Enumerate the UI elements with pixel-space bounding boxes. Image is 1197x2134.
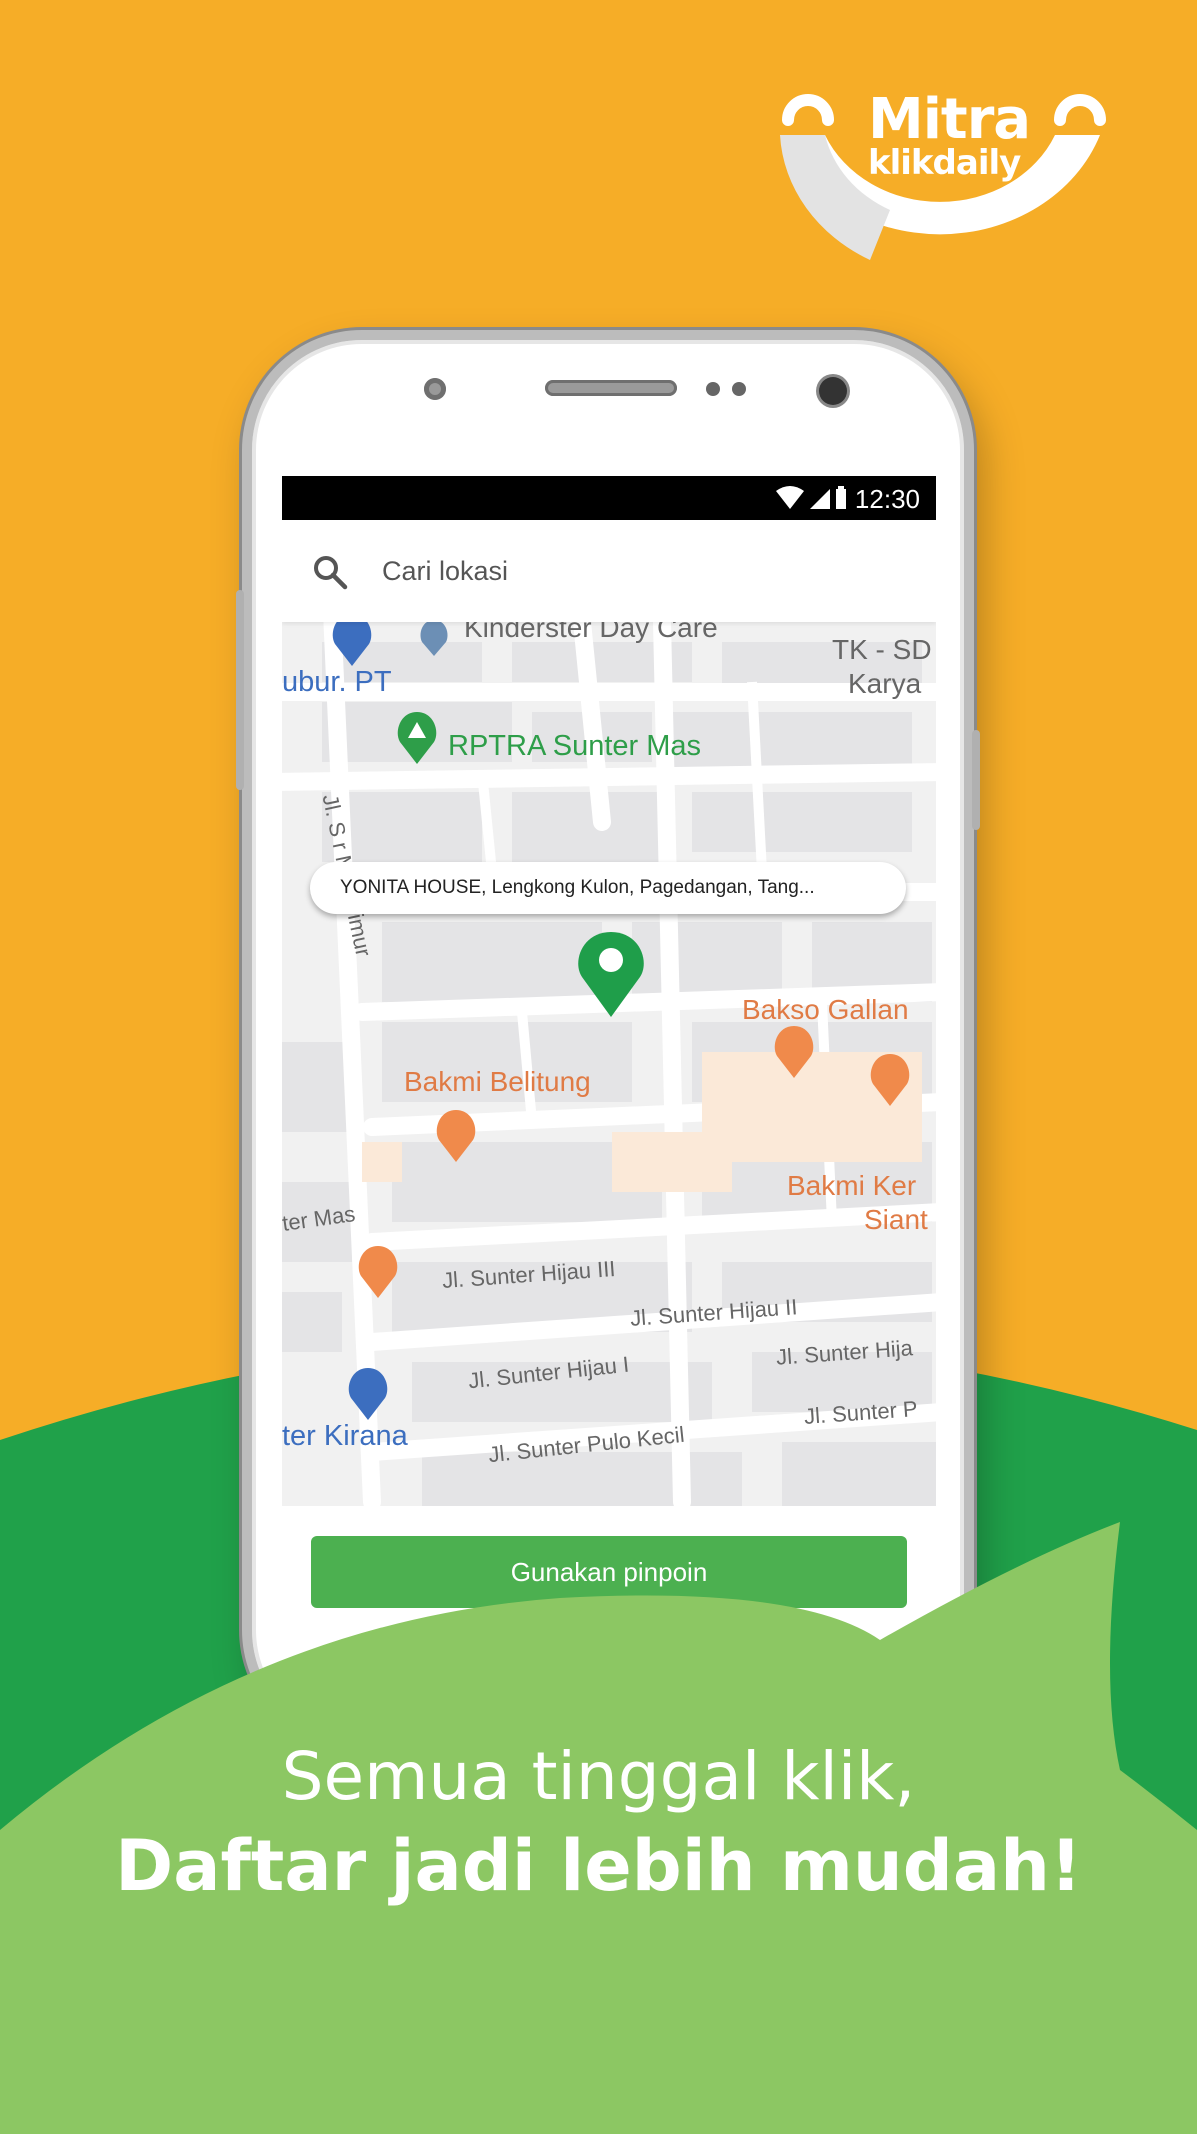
search-bar[interactable] [282,520,936,622]
battery-icon [836,489,846,509]
earpiece-speaker [545,380,677,396]
map-label-siant: Siant [864,1204,928,1235]
tagline-line1: Semua tinggal klik, [281,1738,916,1815]
front-camera-icon [424,378,446,400]
map-label-karya: Karya [848,668,922,699]
map-label-rptra: RPTRA Sunter Mas [448,730,702,762]
logo-title: Mitra [868,87,1031,152]
wifi-icon [776,486,804,509]
phone-side-button-left [236,590,244,790]
map-view[interactable]: Kinderster Day Care TK - SD Karya ubur. … [282,622,936,1506]
phone-side-button-right [972,730,980,830]
map-label-bakso: Bakso Gallan [742,994,909,1025]
status-bar: 12:30 [282,476,936,520]
signal-icon [810,489,830,509]
status-time: 12:30 [854,484,920,514]
map-label-kinderster: Kinderster Day Care [464,622,718,643]
use-pinpoint-button[interactable]: Gunakan pinpoin [311,1536,907,1608]
sensor-dot [706,382,720,396]
tagline-line2: Daftar jadi lebih mudah! [115,1825,1082,1907]
selfie-camera-icon [819,377,847,405]
map-label-kirana: ter Kirana [282,1420,408,1452]
phone-screen: 12:30 Cari lokasi Kinderster Day Care TK… [282,476,936,1626]
search-input[interactable] [382,546,902,596]
sensor-dot [732,382,746,396]
map-label-bakmi-belitung: Bakmi Belitung [404,1066,591,1097]
map-label-bakmi-ker: Bakmi Ker [787,1170,917,1201]
mitra-klikdaily-logo: Mitra klikdaily [770,80,1120,295]
map-label-tk-sd: TK - SD [832,634,932,665]
status-icons [776,486,846,509]
address-bubble[interactable]: YONITA HOUSE, Lengkong Kulon, Pagedangan… [310,862,906,914]
search-icon[interactable] [312,554,348,590]
bottom-panel: Gunakan pinpoin [282,1506,936,1626]
logo-subtitle: klikdaily [868,143,1021,183]
map-label-ubur: ubur. PT [282,666,392,698]
